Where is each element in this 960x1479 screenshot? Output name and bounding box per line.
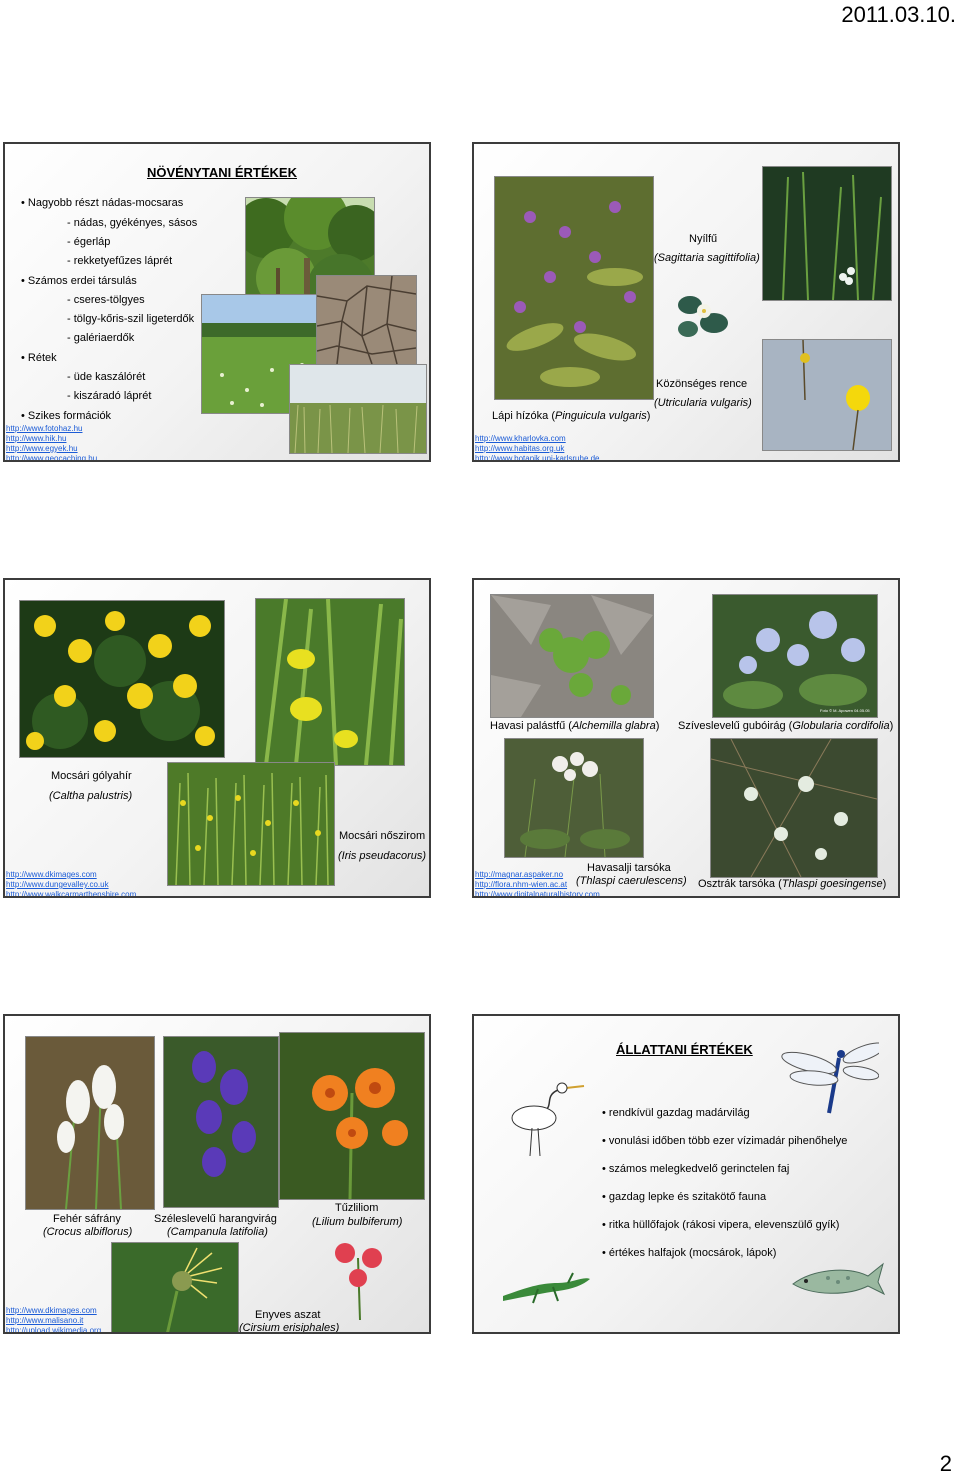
bullet-item: gazdag lepke és szitakötő fauna xyxy=(602,1191,766,1203)
sub-item: - nádas, gyékényes, sásos xyxy=(67,217,198,229)
slide-alpine-plants[interactable]: Foto © M. Apowen 04.05.05 Havasi palástf… xyxy=(472,578,900,898)
label-tuzliliom: Tűzliliom xyxy=(335,1202,379,1214)
label-noszirom: Mocsári nőszirom xyxy=(339,830,426,842)
thistle-photo xyxy=(111,1242,239,1332)
source-link[interactable]: http://www.botanik.uni-karlsruhe.de xyxy=(475,454,600,460)
waterlily-icon xyxy=(674,289,730,341)
source-link[interactable]: http://www.habitas.org.uk xyxy=(475,444,564,454)
sub-item: - cseres-tölgyes xyxy=(67,294,145,306)
source-link[interactable]: http://www.kharlovka.com xyxy=(475,434,566,444)
label-hizoka: Lápi hízóka (Pinguicula vulgaris) xyxy=(492,410,651,422)
bullet-item: ritka hüllőfajok (rákosi vipera, elevens… xyxy=(602,1219,840,1231)
bullet-item: Rétek xyxy=(21,352,57,364)
label-enyves-aszat-latin: (Cirsium erisiphales) xyxy=(239,1322,340,1334)
dragonfly-icon xyxy=(779,1038,879,1118)
slide-title: NÖVÉNYTANI ÉRTÉKEK xyxy=(147,165,297,180)
sub-item: - égerláp xyxy=(67,236,111,248)
label-osztrak-tarsoka: Osztrák tarsóka (Thlaspi goesingense) xyxy=(698,878,887,890)
bladderwort-photo xyxy=(762,339,892,451)
label-havasalji-tarsoka: Havasalji tarsóka xyxy=(587,862,671,874)
label-rence-latin: (Utricularia vulgaris) xyxy=(654,397,752,409)
source-link[interactable]: http://www.walkcarmarthenshire.com xyxy=(6,890,136,896)
reed-marsh-photo xyxy=(289,364,427,454)
globularia-photo xyxy=(712,594,878,718)
source-link[interactable]: http://www.fotohaz.hu xyxy=(6,424,83,434)
lizard-icon xyxy=(498,1261,593,1306)
label-tuzliliom-latin: (Lilium bulbiferum) xyxy=(312,1216,403,1228)
source-link[interactable]: http://www.hik.hu xyxy=(6,434,66,444)
yellow-iris-photo xyxy=(255,598,405,766)
label-golyahir-latin: (Caltha palustris) xyxy=(49,790,133,802)
sub-item: - kiszáradó láprét xyxy=(67,390,152,402)
heron-icon xyxy=(494,1056,594,1156)
label-harangvirag-latin: (Campanula latifolia) xyxy=(167,1226,268,1238)
source-link[interactable]: http://www.digitalnaturalhistory.com xyxy=(475,890,600,896)
crocus-photo xyxy=(25,1036,155,1210)
slide-marsh-flowers[interactable]: Mocsári gólyahír (Caltha palustris) Mocs… xyxy=(3,578,431,898)
label-palastfu: Havasi palástfű (Alchemilla glabra) xyxy=(490,720,660,732)
slide-title: ÁLLATTANI ÉRTÉKEK xyxy=(616,1042,753,1057)
source-link[interactable]: http://www.egyek.hu xyxy=(6,444,78,454)
bullet-item: Szikes formációk xyxy=(21,410,111,422)
butterwort-photo xyxy=(494,176,654,400)
source-link[interactable]: http://magnar.aspaker.no xyxy=(475,870,563,880)
slide-wetland-plants[interactable]: Nyílfű (Sagittaria sagittifolia) Közönsé… xyxy=(472,142,900,462)
date-header: 2011.03.10. xyxy=(841,2,956,27)
label-rence: Közönséges rence xyxy=(656,378,748,390)
fish-icon xyxy=(788,1254,886,1304)
marsh-marigold-photo xyxy=(19,600,225,758)
label-nyilfu: Nyílfű xyxy=(689,233,718,245)
source-link[interactable]: http://upload.wikimedia.org xyxy=(6,1326,101,1332)
label-enyves-aszat: Enyves aszat xyxy=(255,1309,321,1321)
austrian-pennycress-photo xyxy=(710,738,878,878)
alpine-pennycress-photo xyxy=(504,738,644,858)
fire-lily-photo xyxy=(279,1032,425,1200)
sub-item: - tölgy-kőris-szil ligeterdők xyxy=(67,313,195,325)
label-havasalji-latin: (Thlaspi caerulescens) xyxy=(576,875,687,887)
source-link[interactable]: http://www.malisano.it xyxy=(6,1316,83,1326)
bellflower-photo xyxy=(163,1036,279,1208)
source-link[interactable]: http://www.dungevalley.co.uk xyxy=(6,880,109,890)
arrowhead-photo xyxy=(762,166,892,301)
iris-field-photo xyxy=(167,762,335,886)
label-safrany-latin: (Crocus albiflorus) xyxy=(43,1226,133,1238)
photo-credit: Foto © M. Apowen 04.05.05 xyxy=(820,708,870,713)
label-safrany: Fehér sáfrány xyxy=(53,1213,121,1225)
bullet-item: értékes halfajok (mocsárok, lápok) xyxy=(602,1247,777,1259)
bullet-item: vonulási időben több ezer vízimadár pihe… xyxy=(602,1135,848,1147)
cracked-soil-photo xyxy=(316,275,417,365)
sub-item: - galériaerdők xyxy=(67,332,135,344)
sub-item: - üde kaszálórét xyxy=(67,371,146,383)
slide-plant-values[interactable]: NÖVÉNYTANI ÉRTÉKEK Nagyobb részt nádas-m… xyxy=(3,142,431,462)
label-golyahir: Mocsári gólyahír xyxy=(51,770,132,782)
slide-rare-flowers[interactable]: Fehér sáfrány (Crocus albiflorus) Széles… xyxy=(3,1014,431,1334)
source-link[interactable]: http://www.geocaching.hu xyxy=(6,454,97,460)
bullet-item: Számos erdei társulás xyxy=(21,275,137,287)
label-gubovirag: Szíveslevelű gubóirág (Globularia cordif… xyxy=(678,720,894,732)
label-harangvirag: Széleslevelű harangvirág xyxy=(154,1213,277,1225)
source-link[interactable]: http://www.dkimages.com xyxy=(6,870,97,880)
bullet-item: rendkívül gazdag madárvilág xyxy=(602,1107,750,1119)
label-noszirom-latin: (Iris pseudacorus) xyxy=(338,850,427,862)
bullet-item: számos melegkedvelő gerinctelen faj xyxy=(602,1163,789,1175)
slide-animal-values[interactable]: ÁLLATTANI ÉRTÉKEK rendkívül gazdag madár… xyxy=(472,1014,900,1334)
label-nyilfu-latin: (Sagittaria sagittifolia) xyxy=(654,252,760,264)
lily-icon xyxy=(330,1238,386,1320)
bullet-item: Nagyobb részt nádas-mocsaras xyxy=(21,197,183,209)
page-number: 2 xyxy=(939,1451,952,1476)
sub-item: - rekketyefűzes láprét xyxy=(67,255,173,267)
source-link[interactable]: http://www.dkimages.com xyxy=(6,1306,97,1316)
lady-mantle-photo xyxy=(490,594,654,718)
source-link[interactable]: http://flora.nhm-wien.ac.at xyxy=(475,880,567,890)
